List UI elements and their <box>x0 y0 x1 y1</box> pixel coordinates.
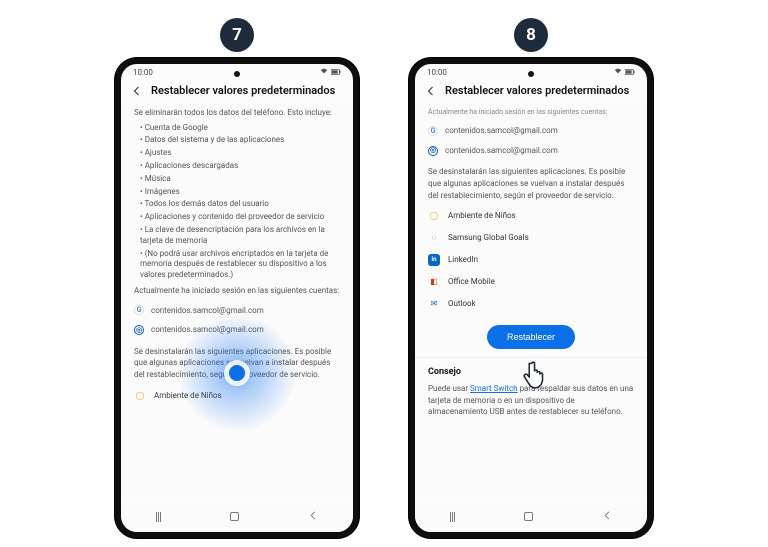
account-email: contenidos.samcol@gmail.com <box>151 305 264 317</box>
page-header: Restablecer valores predeterminados <box>121 79 353 103</box>
google-icon: G <box>134 305 144 315</box>
top-line: Actualmente ha iniciado sesión en las si… <box>428 107 634 117</box>
apps-note: Se desinstalarán las siguientes aplicaci… <box>428 166 634 201</box>
list-item: Aplicaciones descargadas <box>140 161 340 172</box>
app-row[interactable]: in LinkedIn <box>428 249 634 271</box>
step-badge: 8 <box>514 18 548 52</box>
smart-switch-link[interactable]: Smart Switch <box>470 384 518 393</box>
nav-bar <box>121 502 353 532</box>
list-item: Imágenes <box>140 187 340 198</box>
goals-icon: ◌ <box>428 232 440 244</box>
wifi-icon <box>320 67 328 77</box>
list-item: Datos del sistema y de las aplicaciones <box>140 135 340 146</box>
account-row[interactable]: G contenidos.samcol@gmail.com <box>134 301 340 321</box>
account-email: contenidos.samcol@gmail.com <box>445 145 558 157</box>
tip-title: Consejo <box>428 366 634 379</box>
app-row[interactable]: ✉ Outlook <box>428 293 634 315</box>
battery-icon <box>331 68 341 77</box>
reset-button[interactable]: Restablecer <box>487 325 575 349</box>
account-row[interactable]: G contenidos.samcol@gmail.com <box>428 121 634 141</box>
app-label: Outlook <box>448 298 476 310</box>
list-item: Todos los demás datos del usuario <box>140 199 340 210</box>
account-email: contenidos.samcol@gmail.com <box>151 324 264 336</box>
session-note: Actualmente ha iniciado sesión en las si… <box>134 285 340 297</box>
intro-text: Se eliminarán todos los datos del teléfo… <box>134 107 340 119</box>
app-label: LinkedIn <box>448 254 478 266</box>
nav-bar <box>415 502 647 532</box>
list-item-muted: (No podrá usar archivos encriptados en l… <box>140 249 340 281</box>
app-row[interactable]: ◯ Ambiente de Niños <box>428 205 634 227</box>
apps-note: Se desinstalarán las siguientes aplicaci… <box>134 346 340 381</box>
camera-notch <box>234 71 240 77</box>
samsung-icon: ◎ <box>428 146 438 156</box>
app-row[interactable]: ◯ Ambiente de Niños <box>134 385 340 407</box>
app-label: Office Mobile <box>448 276 495 288</box>
status-icons <box>320 67 341 77</box>
list-item: Música <box>140 174 340 185</box>
linkedin-icon: in <box>428 254 440 266</box>
bullet-list: Cuenta de Google Datos del sistema y de … <box>134 123 340 281</box>
app-label: Ambiente de Niños <box>448 210 516 222</box>
account-row[interactable]: ◎ contenidos.samcol@gmail.com <box>428 141 634 161</box>
office-icon: ◧ <box>428 276 440 288</box>
page-title: Restablecer valores predeterminados <box>151 84 335 97</box>
samsung-icon: ◎ <box>134 325 144 335</box>
nav-recent-icon[interactable] <box>450 512 455 522</box>
nav-recent-icon[interactable] <box>156 512 161 522</box>
nav-back-icon[interactable] <box>602 510 613 524</box>
account-email: contenidos.samcol@gmail.com <box>445 125 558 137</box>
nav-back-icon[interactable] <box>308 510 319 524</box>
list-item: Ajustes <box>140 148 340 159</box>
app-label: Samsung Global Goals <box>448 232 529 244</box>
back-icon[interactable] <box>131 85 143 97</box>
status-time: 10:00 <box>427 68 447 77</box>
app-row[interactable]: ◌ Samsung Global Goals <box>428 227 634 249</box>
step-7: 7 10:00 Restablecer valores predetermina… <box>115 18 359 547</box>
page-header: Restablecer valores predeterminados <box>415 79 647 103</box>
battery-icon <box>625 68 635 77</box>
phone-frame-7: 10:00 Restablecer valores predeterminado… <box>115 58 359 538</box>
outlook-icon: ✉ <box>428 298 440 310</box>
divider <box>415 357 647 358</box>
phone-frame-8: 10:00 Restablecer valores predeterminado… <box>409 58 653 538</box>
app-label: Ambiente de Niños <box>154 390 222 402</box>
app-row[interactable]: ◧ Office Mobile <box>428 271 634 293</box>
tip-body: Puede usar Smart Switch para respaldar s… <box>428 383 634 418</box>
kids-icon: ◯ <box>428 210 440 222</box>
nav-home-icon[interactable] <box>230 511 239 524</box>
google-icon: G <box>428 126 438 136</box>
screen-content-7[interactable]: Se eliminarán todos los datos del teléfo… <box>121 103 353 498</box>
status-icons <box>614 67 635 77</box>
nav-home-icon[interactable] <box>524 511 533 524</box>
screen-content-8[interactable]: Actualmente ha iniciado sesión en las si… <box>415 103 647 498</box>
camera-notch <box>528 71 534 77</box>
list-item: Aplicaciones y contenido del proveedor d… <box>140 212 340 223</box>
list-item: Cuenta de Google <box>140 123 340 134</box>
kids-icon: ◯ <box>134 390 146 402</box>
wifi-icon <box>614 67 622 77</box>
account-row[interactable]: ◎ contenidos.samcol@gmail.com <box>134 320 340 340</box>
page-title: Restablecer valores predeterminados <box>445 84 629 97</box>
back-icon[interactable] <box>425 85 437 97</box>
status-time: 10:00 <box>133 68 153 77</box>
step-8: 8 10:00 Restablecer valores predetermina… <box>409 18 653 547</box>
list-item: La clave de desencriptación para los arc… <box>140 225 340 247</box>
step-badge: 7 <box>220 18 254 52</box>
tip-pre: Puede usar <box>428 384 470 393</box>
